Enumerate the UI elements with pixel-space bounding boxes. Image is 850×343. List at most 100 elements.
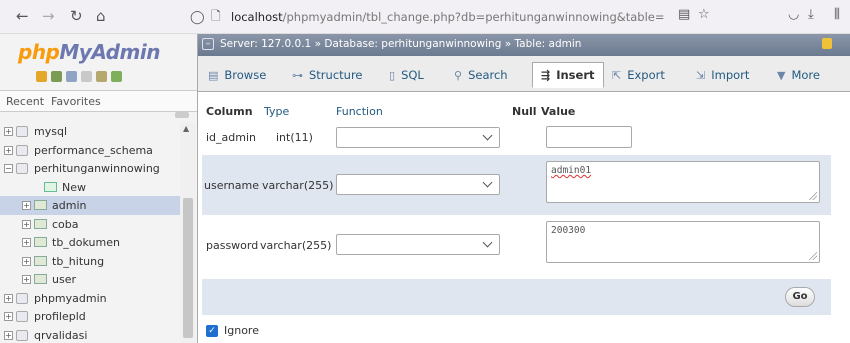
address-bar[interactable]: ◯ 🗋 localhost/phpmyadmin/tbl_change.php?…	[190, 4, 710, 30]
table-breadcrumb[interactable]: Table: admin	[515, 38, 582, 50]
database-tree: + mysql + performance_schema − perhitunganwin…	[0, 122, 180, 343]
null-header: Null	[512, 105, 537, 118]
lock-icon	[822, 38, 832, 49]
tree-item-label: profilepld	[34, 310, 86, 323]
table-row: id_admin int(11)	[202, 121, 831, 155]
database-icon	[16, 144, 28, 156]
tree-item[interactable]: + coba	[0, 215, 180, 234]
database-breadcrumb[interactable]: Database: perhitunganwinnowing	[324, 38, 501, 50]
tab-insert[interactable]: ⇶ Insert	[532, 62, 604, 88]
server-breadcrumb[interactable]: Server: 127.0.0.1	[220, 38, 311, 50]
tree-item[interactable]: + admin	[0, 196, 180, 215]
checkbox-checked-icon[interactable]: ✓	[206, 324, 218, 337]
favorites-tab[interactable]: Favorites	[51, 95, 101, 108]
value-input[interactable]	[546, 126, 632, 148]
function-select[interactable]	[336, 234, 500, 255]
tab-export[interactable]: ⇱ Export	[612, 62, 665, 88]
recent-tab[interactable]: Recent	[6, 95, 44, 108]
expand-icon[interactable]: +	[4, 330, 13, 340]
reader-view-icon[interactable]: ▤	[678, 7, 690, 22]
home-icon[interactable]	[36, 71, 47, 82]
go-row: Go	[202, 279, 831, 315]
download-icon[interactable]: ⤓	[808, 7, 814, 22]
tree-item-label: phpmyadmin	[34, 291, 107, 305]
database-icon	[16, 329, 28, 341]
tree-item-label: admin	[52, 199, 87, 212]
tab-import[interactable]: ⇲ Import	[696, 62, 749, 88]
table-icon	[34, 237, 47, 247]
expand-icon[interactable]: +	[4, 127, 13, 136]
tree-item[interactable]: New	[0, 178, 180, 197]
navigation-panel: phpMyAdmin Recent Favorites + mysql + perfo…	[0, 34, 198, 343]
info-icon[interactable]	[81, 71, 92, 82]
expand-icon[interactable]: +	[22, 275, 31, 284]
nav-scrollbar[interactable]: ▲	[180, 122, 196, 343]
database-icon	[16, 163, 28, 174]
scroll-up-icon[interactable]: ▲	[183, 124, 189, 133]
ignore-label: Ignore	[224, 324, 259, 337]
tree-item-label: tb_dokumen	[52, 236, 120, 249]
resize-grip-icon[interactable]	[809, 192, 817, 200]
tree-item[interactable]: + tb_dokumen	[0, 233, 180, 252]
home-icon[interactable]: ⌂	[96, 8, 106, 24]
docs-icon[interactable]	[66, 71, 77, 82]
go-button[interactable]: Go	[785, 287, 815, 307]
reload-icon[interactable]: ↻	[70, 8, 83, 24]
tree-item-label: perhitunganwinnowing	[34, 162, 160, 175]
browse-icon: ▤	[208, 68, 219, 82]
value-textarea[interactable]: admin01	[546, 161, 820, 203]
tab-browse[interactable]: ▤ Browse	[208, 62, 266, 88]
expand-icon[interactable]: +	[22, 256, 31, 266]
expand-icon[interactable]: −	[4, 164, 13, 173]
shield-icon: ◯	[190, 9, 205, 25]
expand-icon[interactable]: +	[22, 201, 31, 210]
tab-sql[interactable]: ▯ SQL	[389, 62, 424, 88]
tab-structure[interactable]: ⊶ Structure	[292, 62, 363, 88]
tree-item[interactable]: + performance_schema	[0, 141, 180, 160]
pocket-icon[interactable]: ◡	[788, 7, 799, 22]
expand-icon[interactable]: +	[22, 238, 31, 247]
reload-nav-icon[interactable]	[111, 71, 122, 82]
tab-search[interactable]: ⚲ Search	[454, 62, 508, 88]
tree-item[interactable]: + profilepld	[0, 307, 180, 326]
ignore-option[interactable]: ✓ Ignore	[206, 324, 259, 337]
nav-tabs: Recent Favorites	[0, 90, 197, 112]
phpmyadmin-logo[interactable]: phpMyAdmin	[18, 40, 160, 64]
tree-item[interactable]: + qrvalidasi	[0, 326, 180, 343]
resize-grip-icon[interactable]	[809, 252, 817, 260]
tree-item[interactable]: + tb_hitung	[0, 252, 180, 271]
tree-item[interactable]: − perhitunganwinnowing	[0, 159, 180, 178]
expand-icon[interactable]: +	[22, 219, 31, 229]
value-textarea[interactable]: 200300	[546, 221, 820, 263]
chevron-down-icon	[482, 130, 493, 141]
scrollbar-thumb[interactable]	[183, 198, 193, 338]
collapse-nav-icon[interactable]: –	[202, 38, 214, 50]
exit-icon[interactable]	[51, 71, 62, 82]
export-icon: ⇱	[612, 68, 622, 82]
gear-icon[interactable]	[96, 71, 107, 82]
collapse-link-icon[interactable]	[175, 112, 189, 118]
structure-icon: ⊶	[292, 68, 303, 82]
tab-more[interactable]: ▼ More	[777, 62, 820, 88]
column-name: username	[204, 179, 259, 192]
table-tabs: ▤ Browse ⊶ Structure ▯ SQL ⚲ Search ⇶ Insert …	[198, 56, 850, 92]
expand-icon[interactable]: +	[4, 312, 13, 321]
column-name: id_admin	[206, 131, 257, 144]
expand-icon[interactable]: +	[4, 145, 13, 155]
back-icon[interactable]: ←	[16, 8, 29, 24]
forward-icon[interactable]: →	[42, 8, 55, 24]
breadcrumb: – Server: 127.0.0.1 » Database: perhitun…	[198, 34, 850, 56]
tree-item[interactable]: + mysql	[0, 122, 180, 141]
function-select[interactable]	[336, 127, 500, 148]
library-icon[interactable]: ⫼	[834, 7, 840, 22]
expand-icon[interactable]: +	[4, 293, 13, 303]
tree-item[interactable]: + phpmyadmin	[0, 289, 180, 308]
database-icon	[16, 311, 28, 322]
column-header: Column	[206, 105, 253, 118]
url-text[interactable]: localhost/phpmyadmin/tbl_change.php?db=p…	[231, 10, 665, 24]
tree-item[interactable]: + user	[0, 270, 180, 289]
column-type: int(11)	[276, 131, 313, 144]
bookmark-star-icon[interactable]: ☆	[698, 7, 710, 22]
chevron-right-icon: »	[314, 38, 325, 50]
function-select[interactable]	[336, 174, 500, 195]
